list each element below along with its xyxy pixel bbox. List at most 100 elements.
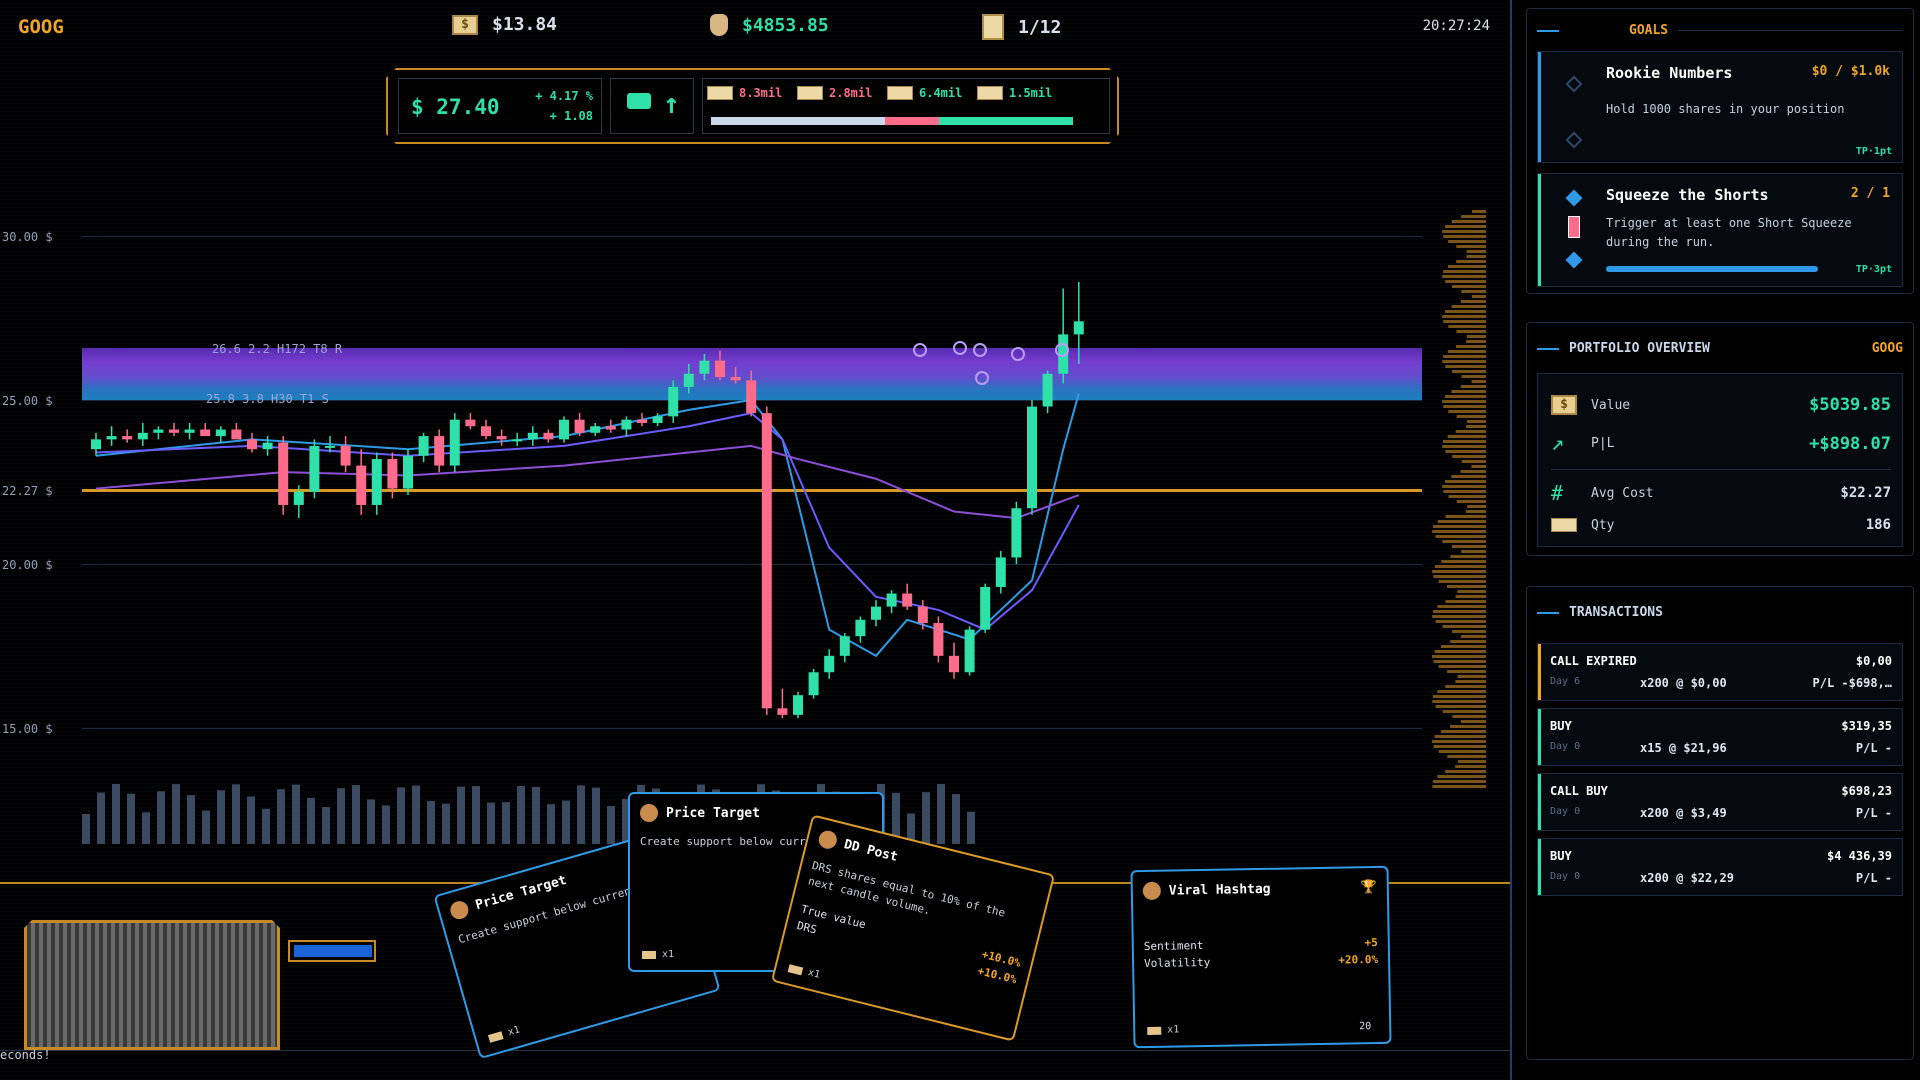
volume-bar bbox=[97, 792, 105, 844]
profile-bar bbox=[1442, 315, 1486, 318]
profile-bar bbox=[1432, 740, 1486, 743]
candle bbox=[231, 422, 242, 440]
volume-bar bbox=[247, 796, 255, 844]
value-label: Value bbox=[1591, 397, 1631, 413]
goal-squeeze-the-shorts[interactable]: Squeeze the Shorts 2 / 1 Trigger at leas… bbox=[1537, 173, 1903, 287]
goal-diamond-icon bbox=[1565, 75, 1583, 93]
candle bbox=[808, 668, 819, 699]
candle-body bbox=[262, 442, 273, 450]
tx-type: BUY bbox=[1550, 849, 1572, 863]
candle-body bbox=[1042, 373, 1053, 407]
squeeze-icon bbox=[1568, 216, 1580, 238]
profile-bar bbox=[1451, 220, 1486, 223]
candle-body bbox=[949, 655, 959, 673]
profile-bar bbox=[1448, 495, 1486, 498]
candle-body bbox=[293, 491, 304, 505]
volume-bar bbox=[457, 786, 465, 844]
candle-body bbox=[496, 436, 507, 440]
card-foot: x1 bbox=[642, 949, 674, 960]
profile-bar bbox=[1435, 705, 1486, 708]
profile-bar bbox=[1466, 335, 1486, 338]
card-title: Viral Hashtag bbox=[1168, 881, 1271, 899]
volume-bar bbox=[82, 814, 90, 844]
profile-bar bbox=[1456, 330, 1486, 333]
card-count: x1 bbox=[662, 949, 675, 960]
price-chart[interactable]: 30.00 $ 25.00 $ 22.27 $ 20.00 $ 15.00 $ … bbox=[0, 200, 1510, 880]
profile-bar bbox=[1448, 410, 1486, 413]
volume-item: 2.8mil bbox=[797, 86, 872, 100]
profile-bar bbox=[1452, 630, 1486, 633]
profile-bar bbox=[1450, 555, 1486, 558]
candle bbox=[434, 429, 445, 473]
ticket-icon bbox=[1551, 518, 1577, 532]
ticket-icon bbox=[797, 86, 823, 100]
transaction-row[interactable]: BUY $319,35 Day 0 x15 @ $21,96 P/L - bbox=[1537, 708, 1903, 766]
candle bbox=[169, 422, 179, 437]
candle bbox=[777, 688, 788, 719]
profile-bar bbox=[1461, 290, 1486, 293]
profile-bar bbox=[1442, 275, 1486, 278]
profile-bar bbox=[1432, 700, 1486, 703]
candle-body bbox=[933, 623, 944, 656]
volume-bar bbox=[967, 811, 975, 844]
candle-body bbox=[761, 413, 772, 709]
profile-bar bbox=[1457, 675, 1486, 678]
candle-body bbox=[418, 436, 429, 456]
profile-bar bbox=[1460, 385, 1486, 388]
card-foot: x1 bbox=[787, 962, 821, 981]
profile-bar bbox=[1451, 475, 1486, 478]
tx-rail bbox=[1538, 774, 1541, 830]
portfolio-pl-row: ↗ P|L +$898.07 bbox=[1551, 431, 1891, 456]
volume-bar bbox=[937, 784, 945, 844]
moving-average-line bbox=[95, 412, 1080, 631]
profile-bar bbox=[1432, 530, 1486, 533]
day-progress: 1/12 bbox=[1018, 16, 1062, 38]
deck-meter bbox=[288, 940, 376, 962]
volume-bar bbox=[202, 810, 210, 844]
candle-body bbox=[91, 439, 101, 450]
candle bbox=[481, 419, 491, 440]
card-viral-hashtag[interactable]: Viral Hashtag 🏆 Sentiment +5 Volatility +20… bbox=[1130, 865, 1392, 1049]
day-stat: 1/12 bbox=[982, 14, 1061, 40]
profile-bar bbox=[1472, 210, 1486, 213]
candle-body bbox=[403, 455, 413, 489]
goal-rookie-numbers[interactable]: Rookie Numbers $0 / $1.0k Hold 1000 shar… bbox=[1537, 51, 1903, 163]
candle bbox=[715, 350, 725, 381]
volume-bar bbox=[187, 795, 195, 844]
candle bbox=[137, 422, 148, 446]
portfolio-ticker: GOOG bbox=[1871, 341, 1903, 356]
candle bbox=[933, 616, 944, 663]
candle bbox=[371, 452, 382, 515]
candle-body bbox=[1011, 508, 1022, 558]
profile-bar bbox=[1432, 785, 1486, 788]
volume-bar bbox=[142, 812, 150, 844]
volume-bar bbox=[367, 799, 375, 844]
candle-body bbox=[169, 429, 179, 433]
profile-bar bbox=[1455, 680, 1486, 683]
effect-value: +20.0% bbox=[1338, 952, 1379, 967]
profile-bar bbox=[1442, 485, 1486, 488]
transaction-row[interactable]: CALL EXPIRED $0,00 Day 6 x200 @ $0,00 P/… bbox=[1537, 643, 1903, 701]
candle bbox=[699, 354, 710, 381]
candle-body bbox=[1027, 406, 1037, 509]
transaction-row[interactable]: BUY $4 436,39 Day 0 x200 @ $22,29 P/L - bbox=[1537, 838, 1903, 896]
cash-stat: $ $13.84 bbox=[452, 14, 557, 35]
candle-body bbox=[247, 439, 257, 450]
volume-label: 2.8mil bbox=[829, 86, 873, 100]
card-deck[interactable] bbox=[24, 920, 280, 1050]
portfolio-header: PORTFOLIO OVERVIEW GOOG bbox=[1537, 341, 1903, 356]
ticket-icon bbox=[707, 86, 733, 100]
candle bbox=[200, 422, 211, 437]
profile-bar bbox=[1433, 575, 1486, 578]
transaction-row[interactable]: CALL BUY $698,23 Day 0 x200 @ $3,49 P/L … bbox=[1537, 773, 1903, 831]
candle-body bbox=[371, 459, 382, 505]
volume-label: 6.4mil bbox=[919, 86, 963, 100]
candle bbox=[387, 452, 398, 499]
header-dash bbox=[1537, 611, 1559, 614]
profile-bar bbox=[1466, 250, 1486, 253]
tx-pl: P/L -$698,… bbox=[1812, 676, 1892, 690]
profile-bar bbox=[1441, 560, 1486, 563]
profile-bar bbox=[1445, 280, 1486, 283]
candle bbox=[153, 426, 164, 440]
candle bbox=[793, 691, 803, 719]
